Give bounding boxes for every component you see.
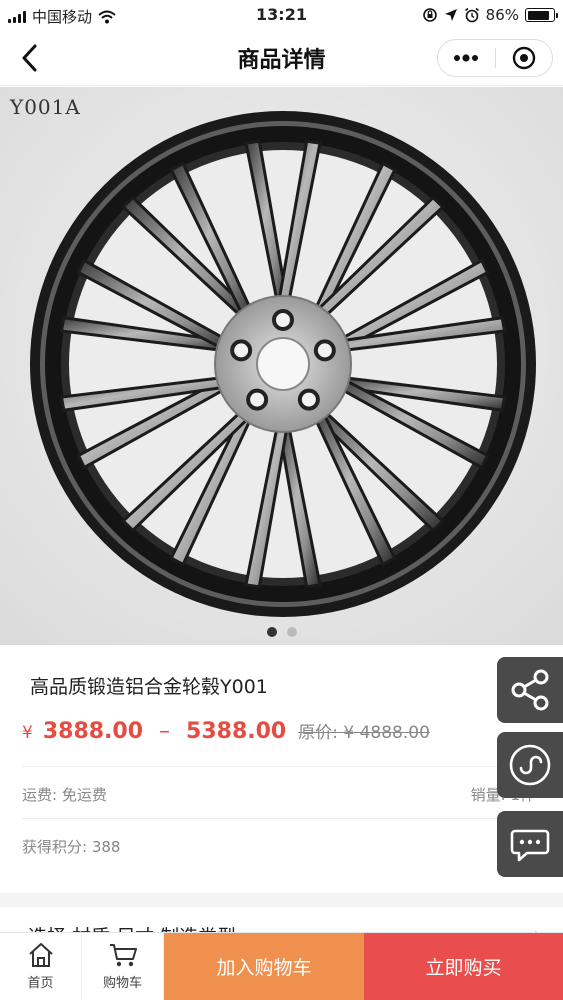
status-bar-right: 86% [422,6,558,24]
battery-icon [525,8,558,22]
divider [22,766,563,767]
status-bar: 中国移动 13:21 86% [0,0,563,30]
home-tab-label: 首页 [27,976,54,991]
bottom-action-bar: 首页 购物车 加入购物车 立即购买 [0,932,563,1000]
add-to-cart-button[interactable]: 加入购物车 [164,933,364,1000]
shipping-info: 运费: 免运费 [22,786,107,804]
close-miniprogram-button[interactable] [496,40,553,76]
location-icon [444,9,457,21]
chat-icon [510,829,550,862]
model-code-watermark: Y001A [10,95,81,119]
price-range-separator: – [159,719,171,744]
share-icon [511,669,549,711]
reward-points: 获得积分: 388 [22,838,121,856]
miniprogram-capsule [437,39,553,77]
carousel-dot-2[interactable] [286,627,297,637]
price-row: ¥ 3888.00 – 5388.00 原价: ¥ 4888.00 [22,718,430,744]
home-icon [28,943,53,967]
rotation-lock-icon [422,8,437,22]
cart-tab-label: 购物车 [102,976,142,991]
customer-service-button[interactable] [497,811,563,877]
cart-icon [109,944,137,967]
nav-bar: 商品详情 [0,30,563,86]
carousel-dot-1[interactable] [266,627,277,637]
back-button[interactable] [10,38,50,78]
divider [22,818,563,819]
more-button[interactable] [438,40,495,76]
alarm-icon [464,7,479,23]
original-price: 原价: ¥ 4888.00 [298,723,430,743]
price-min: 3888.00 [42,719,144,744]
section-gap [0,893,563,907]
home-tab[interactable]: 首页 [0,933,82,1000]
wheel-product-image [0,87,563,645]
battery-percent: 86% [485,6,519,24]
carousel-indicators [0,627,563,637]
currency-symbol: ¥ [22,723,33,743]
buy-now-button[interactable]: 立即购买 [364,933,563,1000]
target-close-icon [512,46,535,70]
more-dots-icon [454,54,479,62]
miniprogram-icon [509,744,551,786]
price-max: 5388.00 [186,719,287,744]
share-button[interactable] [497,657,563,723]
product-title: 高品质锻造铝合金轮毂Y001 [30,676,268,698]
miniprogram-button[interactable] [497,732,563,798]
product-image-carousel[interactable]: Y001A [0,87,563,645]
chevron-left-icon [22,44,37,72]
cart-tab[interactable]: 购物车 [82,933,164,1000]
